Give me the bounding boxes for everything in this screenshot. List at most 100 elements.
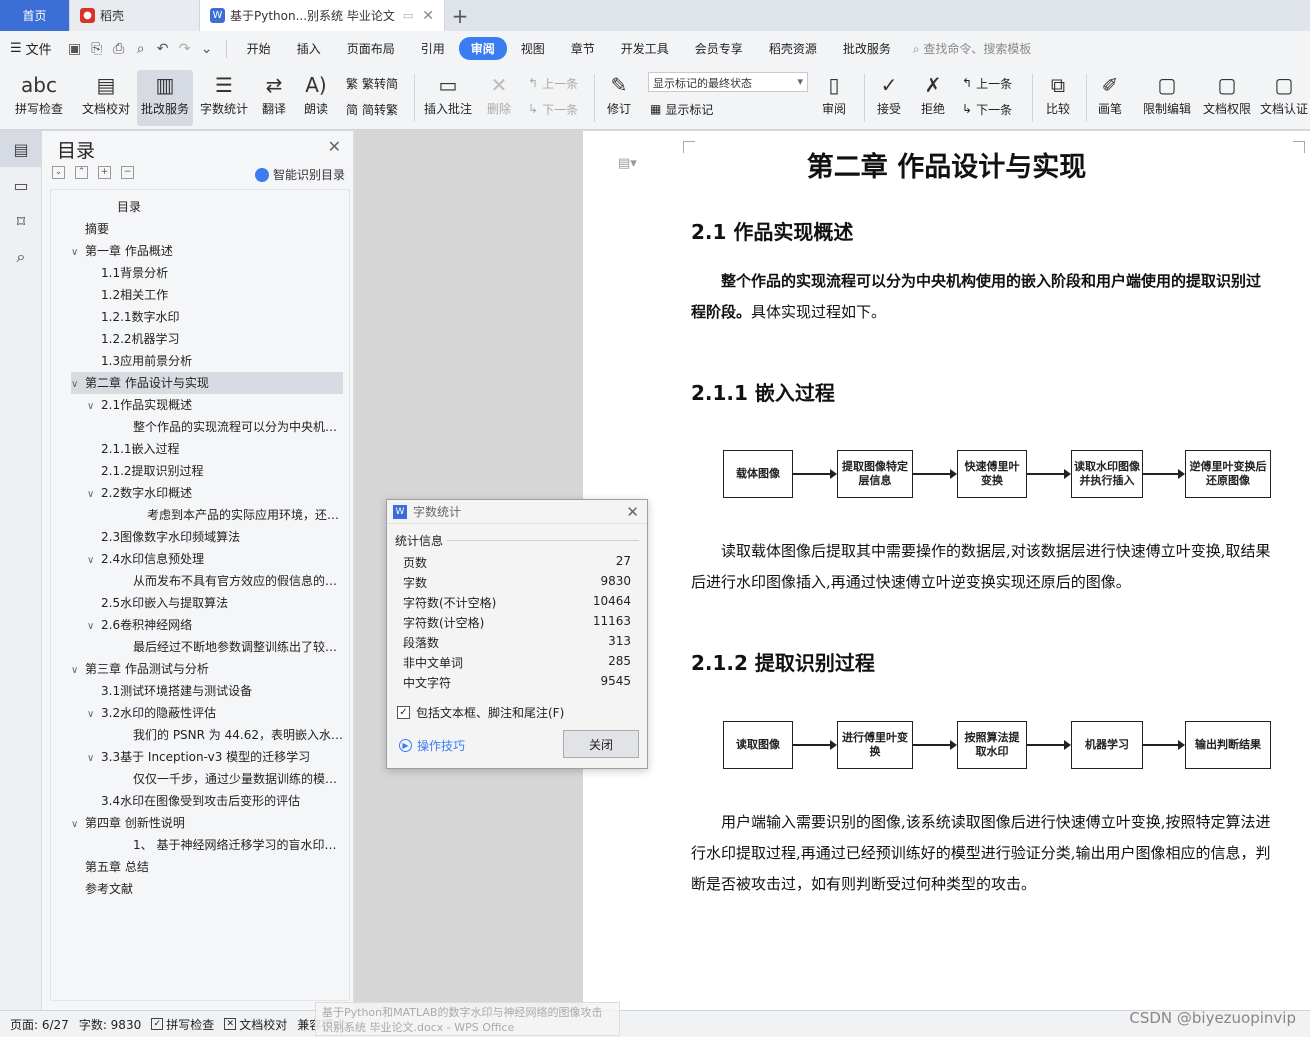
menu-tab-references[interactable]: 引用: [409, 37, 457, 60]
command-search[interactable]: ⌕ 查找命令、搜索模板: [913, 40, 1032, 57]
menu-tab-review[interactable]: 审阅: [458, 37, 507, 60]
menu-tab-insert[interactable]: 插入: [285, 37, 333, 60]
menu-tab-member[interactable]: 会员专享: [683, 37, 755, 60]
delete-comment-button[interactable]: ✕ 删除: [480, 70, 518, 126]
word-count-indicator[interactable]: 字数: 9830: [79, 1016, 141, 1033]
toc-item[interactable]: 我们的 PSNR 为 44.62，表明嵌入水印后图像质量良好: [71, 724, 343, 746]
toc-item[interactable]: 2.3图像数字水印频域算法: [71, 526, 343, 548]
chapter-nav-icon[interactable]: ▭: [0, 167, 42, 203]
track-changes-button[interactable]: ✎ 修订: [600, 70, 638, 126]
trad-to-simp-button[interactable]: 繁繁转简: [346, 72, 398, 94]
toc-item[interactable]: 1.1背景分析: [71, 262, 343, 284]
menu-tab-layout[interactable]: 页面布局: [335, 37, 407, 60]
menu-tab-section[interactable]: 章节: [559, 37, 607, 60]
page-indicator[interactable]: 页面: 6/27: [10, 1016, 69, 1033]
doc-permission-button[interactable]: ▢ 文档权限: [1200, 70, 1254, 126]
chevron-down-icon[interactable]: ∨: [87, 396, 101, 416]
chevron-down-icon[interactable]: ∨: [87, 484, 101, 504]
tab-document[interactable]: W 基于Python...别系统 毕业论文 ▭ ✕: [200, 0, 445, 31]
accept-button[interactable]: ✓ 接受: [870, 70, 908, 126]
toc-item[interactable]: 从而发布不具有官方效应的假信息的问题: [71, 570, 343, 592]
proofread-status[interactable]: ✕ 文档校对: [224, 1016, 287, 1033]
search-icon[interactable]: ⌕: [0, 239, 42, 275]
export-icon[interactable]: ⎘: [86, 41, 108, 57]
toc-item[interactable]: ∨ 2.6卷积神经网络: [71, 614, 343, 636]
toc-item[interactable]: 2.5水印嵌入与提取算法: [71, 592, 343, 614]
toc-item[interactable]: ∨ 3.3基于 Inception-v3 模型的迁移学习: [71, 746, 343, 768]
menu-tab-developer[interactable]: 开发工具: [609, 37, 681, 60]
restrict-edit-button[interactable]: ▢ 限制编辑: [1140, 70, 1194, 126]
toc-item[interactable]: ∨ 第一章 作品概述: [71, 240, 343, 262]
screen-icon[interactable]: ▭: [403, 9, 413, 22]
remove-item-icon[interactable]: −: [121, 166, 134, 179]
toc-item[interactable]: 1.2.1数字水印: [71, 306, 343, 328]
close-button[interactable]: 关闭: [563, 730, 639, 758]
save-icon[interactable]: ▣: [64, 41, 86, 57]
more-icon[interactable]: ⌄: [196, 41, 218, 57]
next-change-button[interactable]: ↳ 下一条: [962, 98, 1012, 120]
toc-item[interactable]: 仅仅一千步，通过少量数据训练的模型准确率较高: [71, 768, 343, 790]
insert-comment-button[interactable]: ▭ 插入批注: [422, 70, 474, 126]
new-tab-button[interactable]: +: [445, 0, 475, 31]
toc-item[interactable]: 目录: [71, 196, 343, 218]
simp-to-trad-button[interactable]: 简简转繁: [346, 98, 398, 120]
toc-item[interactable]: ∨ 第二章 作品设计与实现: [71, 372, 343, 394]
doc-certify-button[interactable]: ▢ 文档认证: [1258, 70, 1310, 126]
print-icon[interactable]: ⎙: [108, 41, 130, 57]
spell-check-button[interactable]: abc 拼写检查: [8, 70, 70, 126]
collapse-all-icon[interactable]: ⌄: [52, 166, 65, 179]
toc-item[interactable]: 考虑到本产品的实际应用环境，还需要进一步优化: [71, 504, 343, 526]
add-item-icon[interactable]: +: [98, 166, 111, 179]
chevron-down-icon[interactable]: ∨: [71, 660, 85, 680]
toc-item[interactable]: 1.2相关工作: [71, 284, 343, 306]
compare-button[interactable]: ⧉ 比较: [1038, 70, 1078, 126]
toc-item[interactable]: 1.2.2机器学习: [71, 328, 343, 350]
prev-comment-button[interactable]: ↰ 上一条: [528, 72, 578, 94]
toc-item[interactable]: ∨ 2.2数字水印概述: [71, 482, 343, 504]
expand-all-icon[interactable]: ⌃: [75, 166, 88, 179]
toc-item[interactable]: ∨ 第三章 作品测试与分析: [71, 658, 343, 680]
toc-item[interactable]: 3.4水印在图像受到攻击后变形的评估: [71, 790, 343, 812]
close-icon[interactable]: ✕: [626, 503, 639, 521]
toc-item[interactable]: 2.1.1嵌入过程: [71, 438, 343, 460]
toc-item[interactable]: ∨ 第四章 创新性说明: [71, 812, 343, 834]
reject-button[interactable]: ✗ 拒绝: [914, 70, 952, 126]
preview-icon[interactable]: ⌕: [130, 41, 152, 57]
file-menu[interactable]: ☰ 文件: [10, 39, 52, 58]
next-comment-button[interactable]: ↳ 下一条: [528, 98, 578, 120]
smart-toc-button[interactable]: 智能识别目录: [254, 166, 345, 183]
toc-item[interactable]: ∨ 3.2水印的隐蔽性评估: [71, 702, 343, 724]
toc-item[interactable]: 2.1.2提取识别过程: [71, 460, 343, 482]
prev-change-button[interactable]: ↰ 上一条: [962, 72, 1012, 94]
menu-tab-view[interactable]: 视图: [509, 37, 557, 60]
toc-item[interactable]: 整个作品的实现流程可以分为中央机构使用的嵌入阶段和用户端使用的提取识别过程阶段: [71, 416, 343, 438]
chevron-down-icon[interactable]: ∨: [87, 704, 101, 724]
menu-tab-start[interactable]: 开始: [235, 37, 283, 60]
translate-button[interactable]: ⇄ 翻译: [256, 70, 292, 126]
toc-item[interactable]: 1.3应用前景分析: [71, 350, 343, 372]
word-count-button[interactable]: ☰ 字数统计: [198, 70, 250, 126]
revise-service-button[interactable]: ▥ 批改服务: [137, 70, 193, 126]
chevron-down-icon[interactable]: ∨: [87, 616, 101, 636]
undo-icon[interactable]: ↶: [152, 41, 174, 57]
toc-item[interactable]: 第五章 总结: [71, 856, 343, 878]
chevron-down-icon[interactable]: ∨: [87, 748, 101, 768]
close-tab-icon[interactable]: ✕: [416, 8, 434, 24]
toc-item[interactable]: 3.1测试环境搭建与测试设备: [71, 680, 343, 702]
toc-item[interactable]: 摘要: [71, 218, 343, 240]
include-textbox-checkbox[interactable]: ✓ 包括文本框、脚注和尾注(F): [397, 704, 564, 721]
tab-home[interactable]: 首页: [0, 0, 70, 31]
markup-state-select[interactable]: 显示标记的最终状态: [648, 72, 808, 92]
review-pane-button[interactable]: ▯ 审阅: [814, 70, 854, 126]
chevron-down-icon[interactable]: ∨: [87, 550, 101, 570]
bookmark-icon[interactable]: ⌑: [0, 203, 42, 239]
show-markup-button[interactable]: ▦ 显示标记: [650, 98, 713, 120]
toc-item[interactable]: 1、 基于神经网络迁移学习的盲水印提取: [71, 834, 343, 856]
toc-item[interactable]: ∨ 2.1作品实现概述: [71, 394, 343, 416]
toc-panel-icon[interactable]: ▤: [0, 131, 42, 167]
tips-link[interactable]: ▶ 操作技巧: [399, 737, 465, 754]
chevron-down-icon[interactable]: ∨: [71, 814, 85, 834]
chevron-down-icon[interactable]: ∨: [71, 374, 85, 394]
redo-icon[interactable]: ↷: [174, 41, 196, 57]
pen-button[interactable]: ✐ 画笔: [1092, 70, 1128, 126]
